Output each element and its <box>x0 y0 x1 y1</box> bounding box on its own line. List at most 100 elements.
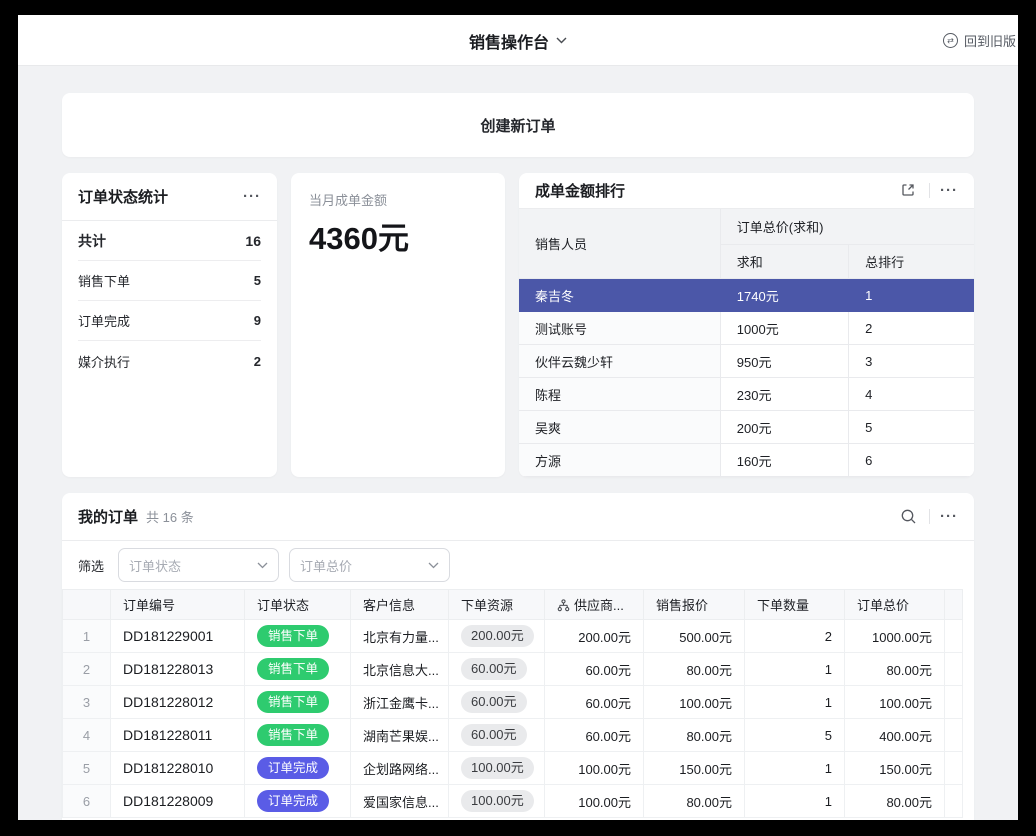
ranking-row[interactable]: 伙伴云魏少轩 950元 3 <box>519 345 974 378</box>
resource-pill[interactable]: 100.00元 <box>461 790 534 812</box>
customer-info: 湖南芒果娱... <box>351 719 449 752</box>
order-status-stats-header: 订单状态统计 ··· <box>62 173 277 221</box>
total-value: 400.00元 <box>845 719 945 752</box>
column-header-resource[interactable]: 下单资源 <box>449 590 545 620</box>
ranking-row[interactable]: 方源 160元 6 <box>519 444 974 477</box>
row-number: 1 <box>63 620 111 653</box>
quote-value: 500.00元 <box>644 620 745 653</box>
qty-value: 2 <box>745 620 845 653</box>
column-header-supplier[interactable]: 供应商... <box>545 590 644 620</box>
row-number-header <box>63 590 111 620</box>
person-name: 陈程 <box>519 378 720 411</box>
status-value: 16 <box>245 233 261 249</box>
supplier-value: 200.00元 <box>545 620 644 653</box>
status-badge: 销售下单 <box>257 724 329 746</box>
order-row[interactable]: 4 DD181228011 销售下单 湖南芒果娱... 60.00元 60.00… <box>63 719 963 752</box>
rank-value: 1 <box>849 279 974 312</box>
status-value: 9 <box>254 313 261 328</box>
order-row[interactable]: 5 DD181228010 订单完成 企划路网络... 100.00元 100.… <box>63 752 963 785</box>
column-header-total[interactable]: 订单总价 <box>845 590 945 620</box>
rank-value: 4 <box>849 378 974 411</box>
back-to-old-version-label: 回到旧版 <box>964 31 1016 50</box>
quote-value: 100.00元 <box>644 686 745 719</box>
order-no: DD181228010 <box>111 752 245 785</box>
ranking-row[interactable]: 吴爽 200元 5 <box>519 411 974 444</box>
ranking-row[interactable]: 测试账号 1000元 2 <box>519 312 974 345</box>
resource-pill[interactable]: 60.00元 <box>461 691 527 713</box>
column-header-group[interactable]: 订单总价(求和) <box>720 209 974 245</box>
order-row[interactable]: 2 DD181228013 销售下单 北京信息大... 60.00元 60.00… <box>63 653 963 686</box>
more-menu-icon[interactable]: ··· <box>243 189 261 204</box>
total-value: 80.00元 <box>845 653 945 686</box>
create-new-order-label: 创建新订单 <box>480 115 555 136</box>
order-no: DD181228012 <box>111 686 245 719</box>
divider <box>929 183 930 198</box>
sum-value: 1000元 <box>720 312 848 345</box>
qty-value: 5 <box>745 719 845 752</box>
supplier-value: 60.00元 <box>545 653 644 686</box>
order-row[interactable]: 1 DD181229001 销售下单 北京有力量... 200.00元 200.… <box>63 620 963 653</box>
ranking-row-selected[interactable]: 秦吉冬 1740元 1 <box>519 279 974 312</box>
orders-table: 订单编号 订单状态 客户信息 下单资源 <box>62 589 963 818</box>
column-header-rank[interactable]: 总排行 <box>849 245 974 279</box>
order-no: DD181228009 <box>111 785 245 818</box>
customer-info: 北京有力量... <box>351 620 449 653</box>
rank-value: 2 <box>849 312 974 345</box>
status-row: 订单完成 9 <box>78 301 261 341</box>
column-header-sum[interactable]: 求和 <box>720 245 848 279</box>
sum-value: 950元 <box>720 345 848 378</box>
order-status-filter-select[interactable]: 订单状态 <box>118 548 279 582</box>
column-header-qty[interactable]: 下单数量 <box>745 590 845 620</box>
total-value: 100.00元 <box>845 686 945 719</box>
customer-info: 浙江金鹰卡... <box>351 686 449 719</box>
person-name: 吴爽 <box>519 411 720 444</box>
row-spacer <box>945 785 963 818</box>
column-header-customer[interactable]: 客户信息 <box>351 590 449 620</box>
status-value: 5 <box>254 273 261 288</box>
resource-pill[interactable]: 60.00元 <box>461 724 527 746</box>
row-spacer <box>945 719 963 752</box>
status-badge: 销售下单 <box>257 658 329 680</box>
status-label: 共计 <box>78 231 106 251</box>
order-status-stats-card: 订单状态统计 ··· 共计 16 销售下单 5 订单完成 <box>62 173 277 477</box>
column-header-quote[interactable]: 销售报价 <box>644 590 745 620</box>
status-list: 共计 16 销售下单 5 订单完成 9 媒介执行 2 <box>62 221 277 381</box>
create-new-order-button[interactable]: 创建新订单 <box>62 93 974 157</box>
search-icon[interactable] <box>897 506 919 528</box>
ranking-row[interactable]: 陈程 230元 4 <box>519 378 974 411</box>
resource-pill[interactable]: 200.00元 <box>461 625 534 647</box>
chevron-down-icon <box>257 562 268 569</box>
expand-icon[interactable] <box>897 179 919 201</box>
my-orders-card: 我的订单 共 16 条 ··· 筛选 订单状态 <box>62 493 974 820</box>
page-title: 销售操作台 <box>469 29 549 53</box>
my-orders-title: 我的订单 <box>78 506 138 527</box>
back-to-old-version-button[interactable]: ⇄ 回到旧版 <box>943 15 1016 66</box>
sum-value: 230元 <box>720 378 848 411</box>
total-value: 150.00元 <box>845 752 945 785</box>
more-menu-icon[interactable]: ··· <box>940 509 958 524</box>
more-menu-icon[interactable]: ··· <box>940 183 958 198</box>
filter-label: 筛选 <box>78 556 104 575</box>
monthly-amount-label: 当月成单金额 <box>309 190 487 209</box>
chevron-down-icon <box>428 562 439 569</box>
top-bar: 销售操作台 ⇄ 回到旧版 <box>18 15 1018 66</box>
stats-cards-row: 订单状态统计 ··· 共计 16 销售下单 5 订单完成 <box>62 173 974 477</box>
column-header-person[interactable]: 销售人员 <box>519 209 720 279</box>
column-header-order-no[interactable]: 订单编号 <box>111 590 245 620</box>
column-header-status[interactable]: 订单状态 <box>245 590 351 620</box>
person-name: 测试账号 <box>519 312 720 345</box>
row-number: 2 <box>63 653 111 686</box>
sales-ranking-header: 成单金额排行 ··· <box>519 173 974 209</box>
switch-version-icon: ⇄ <box>943 33 958 48</box>
resource-pill[interactable]: 100.00元 <box>461 757 534 779</box>
status-row: 媒介执行 2 <box>78 341 261 381</box>
resource-pill[interactable]: 60.00元 <box>461 658 527 680</box>
sales-ranking-title: 成单金额排行 <box>535 180 625 201</box>
order-row[interactable]: 3 DD181228012 销售下单 浙江金鹰卡... 60.00元 60.00… <box>63 686 963 719</box>
row-number: 3 <box>63 686 111 719</box>
order-total-filter-select[interactable]: 订单总价 <box>289 548 450 582</box>
status-row-total: 共计 16 <box>78 221 261 261</box>
order-row[interactable]: 6 DD181228009 订单完成 爱国家信息... 100.00元 100.… <box>63 785 963 818</box>
status-badge: 订单完成 <box>257 757 329 779</box>
workspace-switcher[interactable]: 销售操作台 <box>469 15 567 66</box>
